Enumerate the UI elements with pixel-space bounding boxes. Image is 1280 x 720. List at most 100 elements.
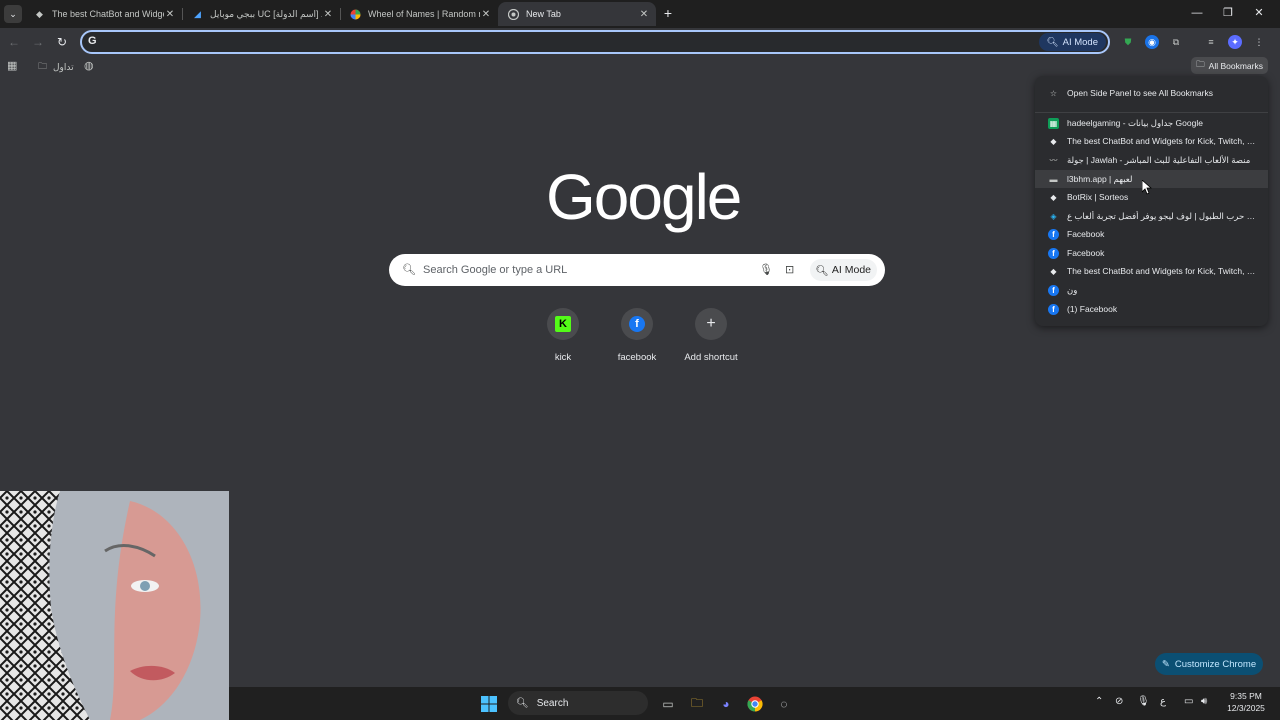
volume-icon[interactable]: 🔊︎ bbox=[1201, 696, 1207, 707]
chrome-taskbar-icon[interactable] bbox=[745, 694, 765, 714]
restore-icon[interactable]: ❐ bbox=[1218, 4, 1238, 22]
close-icon[interactable]: ✕ bbox=[480, 9, 492, 20]
game-icon: ◈ bbox=[1050, 211, 1057, 221]
chevron-up-icon[interactable]: ⌃ bbox=[1095, 696, 1103, 707]
bookmark-item[interactable]: f Facebook bbox=[1035, 244, 1268, 262]
media-control-icon[interactable]: ≡ bbox=[1204, 35, 1218, 49]
pencil-icon: ✎ bbox=[1161, 658, 1170, 670]
menu-item-label: hadeelgaming - جداول بيانات Google bbox=[1067, 117, 1203, 128]
ai-mode-button[interactable]: 🔍︎ AI Mode bbox=[809, 259, 877, 281]
webcam-image bbox=[0, 491, 229, 720]
display-icon[interactable]: ▭ bbox=[1184, 696, 1193, 707]
menu-item-label: Facebook bbox=[1067, 229, 1105, 239]
tab-new-tab[interactable]: New Tab ✕ bbox=[498, 2, 656, 26]
facebook-icon: f bbox=[1048, 303, 1059, 315]
plus-icon: + bbox=[706, 315, 716, 332]
bookmark-item[interactable]: ▦ hadeelgaming - جداول بيانات Google bbox=[1035, 114, 1268, 132]
bookmark-item[interactable]: f Facebook bbox=[1035, 225, 1268, 243]
window-close-icon[interactable]: ✕ bbox=[1249, 4, 1269, 22]
search-icon: 🔍︎ bbox=[516, 697, 529, 709]
folder-label: تداول bbox=[53, 61, 74, 72]
diamond-icon: ◆ bbox=[1050, 266, 1057, 276]
star-icon: ☆ bbox=[1049, 88, 1058, 98]
tab-title: Wheel of Names | Random nam bbox=[368, 9, 480, 19]
recording-app-icon[interactable]: ◌ bbox=[774, 694, 794, 714]
shortcut-tile: K bbox=[547, 308, 579, 340]
globe-icon[interactable]: ◍ bbox=[84, 59, 94, 72]
menu-item-label: (1) Facebook bbox=[1067, 304, 1118, 314]
diamond-icon: ◆ bbox=[1050, 192, 1057, 202]
google-logo: Google bbox=[546, 161, 742, 233]
puzzle-icon[interactable]: ⧉ bbox=[1169, 35, 1183, 49]
tab-strip: ⌄ ◆ The best ChatBot and Widgets ✕ ◢ ببج… bbox=[0, 0, 1280, 28]
open-side-panel-item[interactable]: ☆ Open Side Panel to see All Bookmarks bbox=[1035, 84, 1268, 102]
bookmark-item[interactable]: 〰 جولة | Jawlah - منصة الألعاب التفاعلية… bbox=[1035, 151, 1268, 169]
minimize-icon[interactable]: — bbox=[1187, 4, 1207, 22]
taskbar-search-label: Search bbox=[536, 697, 569, 709]
tab-pubg[interactable]: ◢ ببجي موبايل UC [اسم الدولة] خد ✕ bbox=[182, 2, 340, 26]
menu-item-label: The best ChatBot and Widgets for Kick, T… bbox=[1067, 136, 1257, 146]
shield-extension-icon[interactable]: ⛊ bbox=[1121, 35, 1135, 49]
tab-search-button[interactable]: ⌄ bbox=[4, 5, 22, 23]
folder-icon: 🗀 bbox=[38, 61, 48, 71]
forward-icon[interactable]: → bbox=[30, 34, 46, 50]
ai-mode-label: AI Mode bbox=[831, 264, 871, 276]
shortcut-label: Add shortcut bbox=[684, 352, 738, 363]
close-icon[interactable]: ✕ bbox=[322, 9, 334, 20]
clock-time: 9:35 PM bbox=[1230, 691, 1262, 701]
network-off-icon[interactable]: ⊘ bbox=[1115, 696, 1123, 707]
microphone-icon[interactable]: 🎙︎ bbox=[759, 263, 773, 276]
back-icon[interactable]: ← bbox=[6, 34, 22, 50]
omnibox[interactable]: G 🔍︎ AI Mode bbox=[80, 30, 1110, 54]
bookmark-folder[interactable]: 🗀 تداول bbox=[38, 59, 74, 75]
all-bookmarks-label: All Bookmarks bbox=[1208, 60, 1263, 71]
tab-title: New Tab bbox=[526, 9, 561, 19]
facebook-icon: f bbox=[1048, 247, 1059, 259]
bookmark-item[interactable]: f ون bbox=[1035, 281, 1268, 299]
tab-wheel-of-names[interactable]: Wheel of Names | Random nam ✕ bbox=[340, 2, 498, 26]
discord-icon[interactable]: ◕ bbox=[716, 694, 736, 714]
ntp-search-box[interactable]: 🔍︎ Search Google or type a URL 🎙︎ ⊡ 🔍︎ A… bbox=[389, 254, 885, 286]
search-placeholder: Search Google or type a URL bbox=[423, 264, 568, 276]
bookmark-item[interactable]: ◈ لعبة حرب الطبول | لوف ليجو يوفر أفضل ت… bbox=[1035, 207, 1268, 225]
add-shortcut[interactable]: + Add shortcut bbox=[681, 308, 741, 363]
bookmark-item[interactable]: ◆ The best ChatBot and Widgets for Kick,… bbox=[1035, 262, 1268, 280]
file-explorer-icon[interactable]: 🗀 bbox=[687, 694, 707, 714]
customize-chrome-button[interactable]: ✎ Customize Chrome bbox=[1155, 653, 1263, 675]
menu-item-label: The best ChatBot and Widgets for Kick, T… bbox=[1067, 266, 1257, 276]
shortcut-kick[interactable]: K kick bbox=[533, 308, 593, 363]
google-g-icon: G bbox=[88, 35, 97, 47]
menu-item-label: جولة | Jawlah - منصة الألعاب التفاعلية ل… bbox=[1067, 154, 1251, 165]
apps-grid-icon[interactable]: ▦ bbox=[7, 59, 17, 72]
menu-item-label: Open Side Panel to see All Bookmarks bbox=[1067, 88, 1213, 98]
clock[interactable]: 9:35 PM 12/3/2025 bbox=[1223, 690, 1269, 714]
bookmark-item[interactable]: ◆ The best ChatBot and Widgets for Kick,… bbox=[1035, 132, 1268, 150]
extension-icon[interactable]: ◉ bbox=[1145, 35, 1159, 49]
close-icon[interactable]: ✕ bbox=[638, 9, 650, 20]
language-indicator[interactable]: ع bbox=[1160, 696, 1166, 707]
bookmark-item[interactable]: f (1) Facebook bbox=[1035, 300, 1268, 318]
new-tab-button[interactable]: + bbox=[660, 5, 676, 21]
reload-icon[interactable]: ↻ bbox=[54, 34, 70, 50]
ai-mode-button[interactable]: 🔍︎ AI Mode bbox=[1038, 33, 1106, 51]
menu-icon[interactable]: ⋮ bbox=[1252, 35, 1266, 49]
close-icon[interactable]: ✕ bbox=[164, 9, 176, 20]
shortcut-facebook[interactable]: f facebook bbox=[607, 308, 667, 363]
sparkle-search-icon: 🔍︎ bbox=[1046, 36, 1059, 48]
task-view-icon[interactable]: ▭ bbox=[658, 694, 678, 714]
facebook-icon: f bbox=[1048, 284, 1059, 296]
pubg-icon: ◢ bbox=[194, 8, 201, 19]
l3bhm-icon: ▬ bbox=[1049, 174, 1058, 184]
taskbar-search[interactable]: 🔍︎ Search bbox=[508, 691, 648, 715]
menu-item-label: لعبة حرب الطبول | لوف ليجو يوفر أفضل تجر… bbox=[1067, 210, 1257, 221]
lens-icon[interactable]: ⊡ bbox=[785, 263, 794, 276]
tab-chatbot[interactable]: ◆ The best ChatBot and Widgets ✕ bbox=[24, 2, 182, 26]
windows-start-icon[interactable] bbox=[479, 694, 499, 714]
all-bookmarks-button[interactable]: 🗀 All Bookmarks bbox=[1191, 57, 1268, 74]
jawlah-icon: 〰 bbox=[1049, 155, 1058, 165]
taskbar: 🔍︎ Search ▭ 🗀 ◕ ◌ ⌃ ⊘ 🎙︎ ع ▭ 🔊︎ 9:35 PM … bbox=[229, 687, 1280, 720]
profile-avatar[interactable]: ✦ bbox=[1228, 35, 1242, 49]
menu-item-label: ون bbox=[1067, 284, 1078, 295]
tab-title: ببجي موبايل UC [اسم الدولة] خد bbox=[210, 8, 322, 19]
microphone-icon[interactable]: 🎙︎ bbox=[1137, 696, 1150, 707]
